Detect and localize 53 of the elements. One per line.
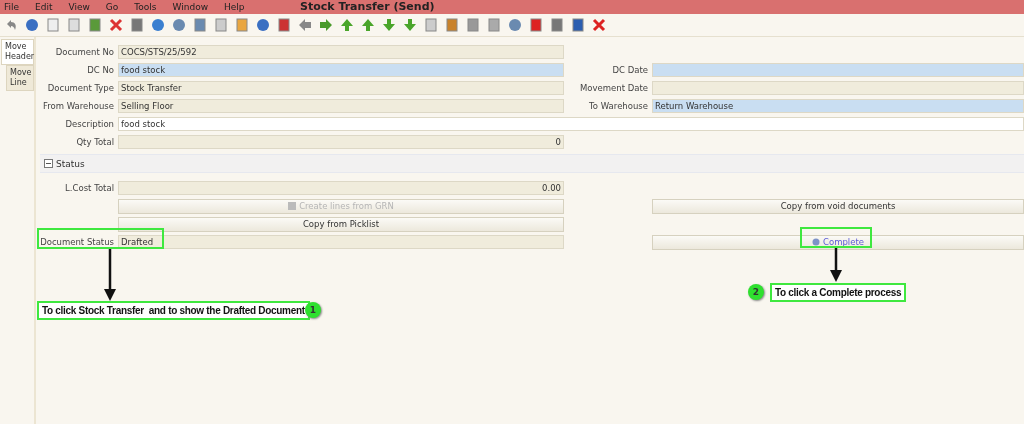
callout-text: To click Stock Transfer and to show the Drafted Document [37,301,310,320]
field-label: Document No [54,47,114,57]
input-field[interactable]: Stock Transfer [118,81,564,95]
menu-item[interactable]: View [68,2,90,12]
window-title: Stock Transfer (Send) [300,0,435,14]
delete-icon[interactable] [109,18,123,32]
input-field[interactable]: 0 [118,135,564,149]
field-label: Document Status [40,237,114,247]
step-number: 1 [305,302,321,318]
input-field[interactable]: COCS/STS/25/592 [118,45,564,59]
close-icon[interactable] [592,18,606,32]
forward-icon[interactable] [319,18,333,32]
input-field[interactable]: Drafted [118,235,564,249]
input-field[interactable]: Selling Floor [118,99,564,113]
field-label: DC No [86,65,114,75]
menu-item[interactable]: Help [224,2,245,12]
field-label: From Warehouse [42,101,114,111]
menu-item[interactable]: File [4,2,20,12]
field-label: DC Date [611,65,648,75]
input-field[interactable]: food stock [118,63,564,77]
action-button[interactable]: Copy from Picklist [118,216,564,232]
step-number: 2 [748,284,764,300]
down-icon[interactable] [382,18,396,32]
up-icon[interactable] [361,18,375,32]
menu-item[interactable]: Tools [134,2,157,12]
menu-item[interactable]: Window [172,2,208,12]
last-record-icon[interactable] [403,18,417,32]
back-icon[interactable] [298,18,312,32]
highlight-frame [800,227,872,248]
field-label: Qty Total [75,137,114,147]
arrow [830,248,842,282]
input-field[interactable]: Return Warehouse [652,99,1024,113]
complete-button[interactable]: Complete [652,234,1024,250]
field-label: To Warehouse [588,101,648,111]
input-field[interactable] [652,63,1024,77]
field-label: Movement Date [578,83,648,93]
tab[interactable]: Move Header [1,39,34,65]
field-label: L.Cost Total [64,183,114,193]
section-header[interactable]: Status [40,154,1024,173]
menu-item[interactable]: Go [105,2,119,12]
arrow [104,249,116,301]
input-field[interactable] [652,81,1024,95]
field-label: Description [64,119,114,129]
first-record-icon[interactable] [340,18,354,32]
input-field[interactable]: food stock [118,117,1024,131]
callout-text: To click a Complete process [770,283,907,302]
menu-item[interactable]: Edit [35,2,53,12]
action-button[interactable]: Copy from void documents [652,198,1024,214]
section-title: Status [56,158,85,169]
input-field[interactable]: 0.00 [118,181,564,195]
field-label: Document Type [46,83,114,93]
tab[interactable]: Move Line [6,65,34,91]
new-document-icon[interactable] [46,18,60,32]
